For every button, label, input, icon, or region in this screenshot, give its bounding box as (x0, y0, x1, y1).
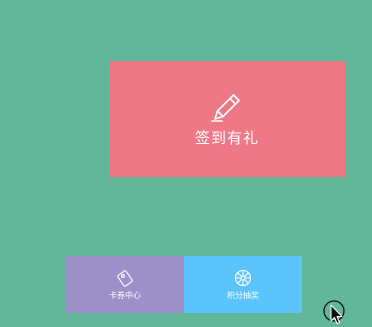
coupon-card-icon (117, 269, 133, 287)
cursor-icon (323, 300, 345, 324)
checkin-tile[interactable]: 签到有礼 (109, 61, 345, 177)
coupon-center-label: 卡券中心 (109, 290, 141, 300)
checkin-label: 签到有礼 (194, 129, 259, 147)
points-lottery-tile[interactable]: 积分抽奖 (184, 256, 302, 313)
points-lottery-label: 积分抽奖 (227, 290, 259, 300)
pencil-icon (211, 94, 240, 122)
prize-wheel-icon (234, 269, 252, 286)
coupon-center-tile[interactable]: 卡券中心 (66, 256, 184, 313)
